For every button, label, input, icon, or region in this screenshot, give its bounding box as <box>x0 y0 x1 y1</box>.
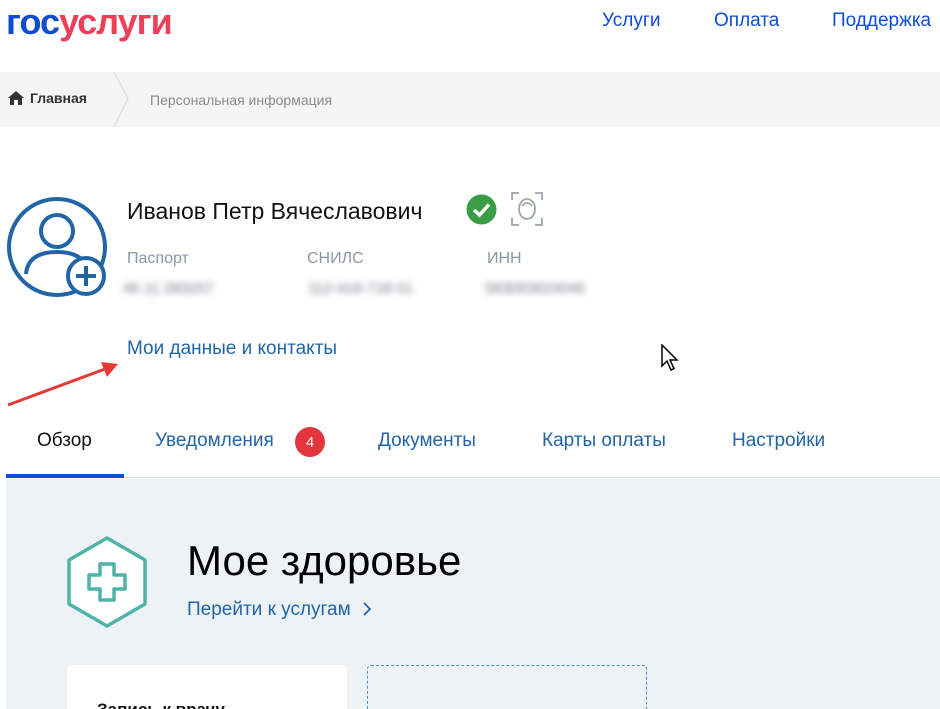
empty-card-placeholder[interactable] <box>367 665 647 709</box>
site-header: госуслуги Услуги Оплата Поддержка <box>0 0 940 72</box>
avatar-add-icon[interactable] <box>6 196 108 298</box>
health-title: Мое здоровье <box>187 537 462 584</box>
inn-value: 583093624046 <box>485 280 586 297</box>
breadcrumb: Главная Персональная информация <box>0 72 940 127</box>
go-to-services-link[interactable]: Перейти к услугам <box>187 599 372 621</box>
nav-services[interactable]: Услуги <box>602 10 660 32</box>
nav-support[interactable]: Поддержка <box>832 10 931 32</box>
doctor-appointment-card[interactable]: Запись к врачу <box>67 665 347 709</box>
passport-label: Паспорт <box>127 250 189 267</box>
red-arrow-annotation-icon <box>7 362 118 407</box>
gosuslugi-logo[interactable]: госуслуги <box>6 0 173 44</box>
my-data-contacts-link[interactable]: Мои данные и контакты <box>127 338 337 360</box>
nav-payment[interactable]: Оплата <box>714 10 779 32</box>
chevron-right-icon <box>363 602 372 616</box>
verified-check-icon <box>466 194 497 225</box>
passport-value: 46 11 283257 <box>123 280 214 297</box>
breadcrumb-home-label: Главная <box>30 90 87 106</box>
tab-notifications[interactable]: Уведомления <box>155 430 274 452</box>
active-tab-indicator <box>6 474 124 478</box>
tab-documents[interactable]: Документы <box>378 430 476 452</box>
medical-cross-icon <box>67 536 147 628</box>
snils-value: 112-416-718 01 <box>308 280 413 297</box>
doctor-appointment-title: Запись к врачу <box>97 700 225 709</box>
mouse-cursor-icon <box>661 344 679 372</box>
biometrics-face-icon[interactable] <box>511 192 543 226</box>
home-icon <box>8 91 24 105</box>
tab-overview[interactable]: Обзор <box>37 430 92 452</box>
breadcrumb-current: Персональная информация <box>150 92 333 108</box>
inn-label: ИНН <box>487 250 522 267</box>
tab-settings[interactable]: Настройки <box>732 430 825 452</box>
tab-payment-cards[interactable]: Карты оплаты <box>542 430 666 452</box>
breadcrumb-home[interactable]: Главная <box>8 90 87 106</box>
user-full-name: Иванов Петр Вячеславович <box>127 198 423 224</box>
snils-label: СНИЛС <box>307 250 364 267</box>
notifications-count-badge: 4 <box>295 427 325 457</box>
breadcrumb-separator-icon <box>113 72 129 127</box>
health-section: Мое здоровье Перейти к услугам Запись к … <box>6 479 940 709</box>
profile-tabs: Обзор Уведомления 4 Документы Карты опла… <box>6 405 940 478</box>
